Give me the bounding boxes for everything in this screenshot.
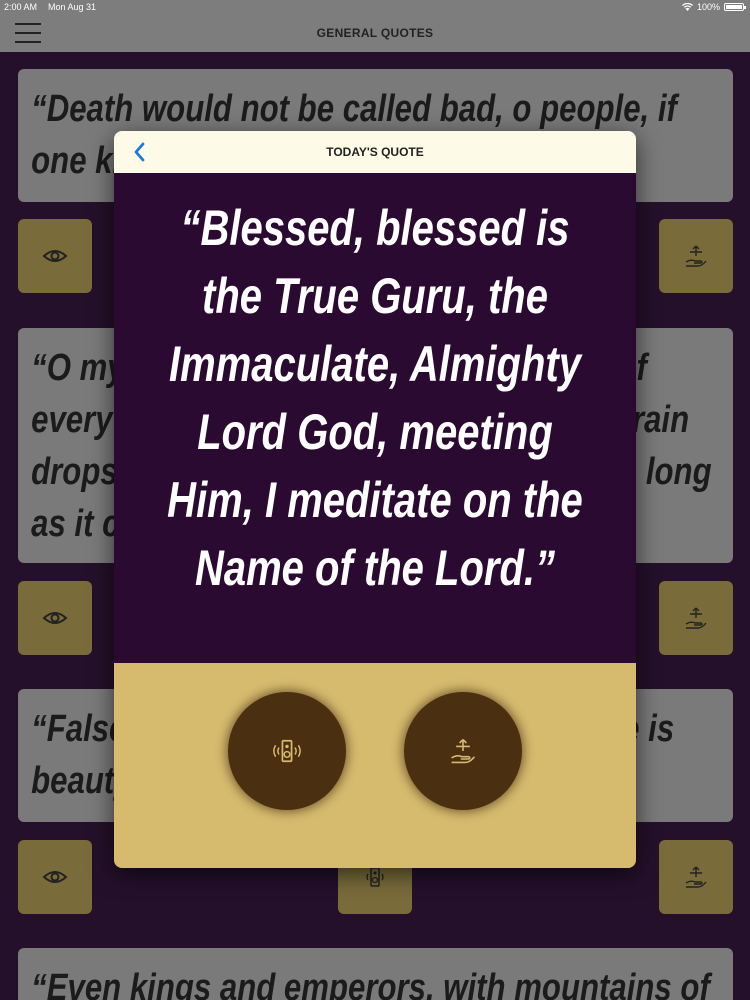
status-indicators: 100% [681, 2, 746, 12]
page-title: GENERAL QUOTES [316, 26, 434, 40]
share-hand-icon [685, 245, 707, 267]
status-date: Mon Aug 31 [48, 2, 97, 12]
todays-quote-text: “Blessed, blessed is the True Guru, the … [167, 200, 583, 596]
speaker-icon [273, 739, 301, 763]
todays-quote-modal: TODAY'S QUOTE “Blessed, blessed is the T… [114, 131, 636, 868]
status-bar: 2:00 AM Mon Aug 31 100% [0, 0, 750, 14]
eye-icon [42, 871, 68, 883]
share-hand-icon [685, 866, 707, 888]
eye-icon [42, 612, 68, 624]
modal-title: TODAY'S QUOTE [326, 145, 424, 159]
share-hand-icon [451, 739, 476, 764]
share-button[interactable] [659, 219, 733, 293]
share-hand-icon [685, 607, 707, 629]
modal-actions [114, 663, 636, 868]
quote-card-text: “Even kings and emperors, with mountains… [31, 967, 710, 1000]
modal-header: TODAY'S QUOTE [114, 131, 636, 173]
share-quote-button[interactable] [404, 692, 522, 810]
speak-quote-button[interactable] [228, 692, 346, 810]
status-time: 2:00 AM [4, 2, 38, 12]
wifi-icon [681, 3, 693, 11]
share-button[interactable] [659, 581, 733, 655]
battery-icon [724, 3, 746, 11]
view-button[interactable] [18, 219, 92, 293]
share-button[interactable] [659, 840, 733, 914]
nav-bar: GENERAL QUOTES [0, 14, 750, 52]
view-button[interactable] [18, 840, 92, 914]
view-button[interactable] [18, 581, 92, 655]
battery-percent: 100% [696, 2, 720, 12]
eye-icon [42, 250, 68, 262]
quote-card[interactable]: “Even kings and emperors, with mountains… [18, 948, 733, 1000]
modal-quote-area: “Blessed, blessed is the True Guru, the … [114, 173, 636, 663]
